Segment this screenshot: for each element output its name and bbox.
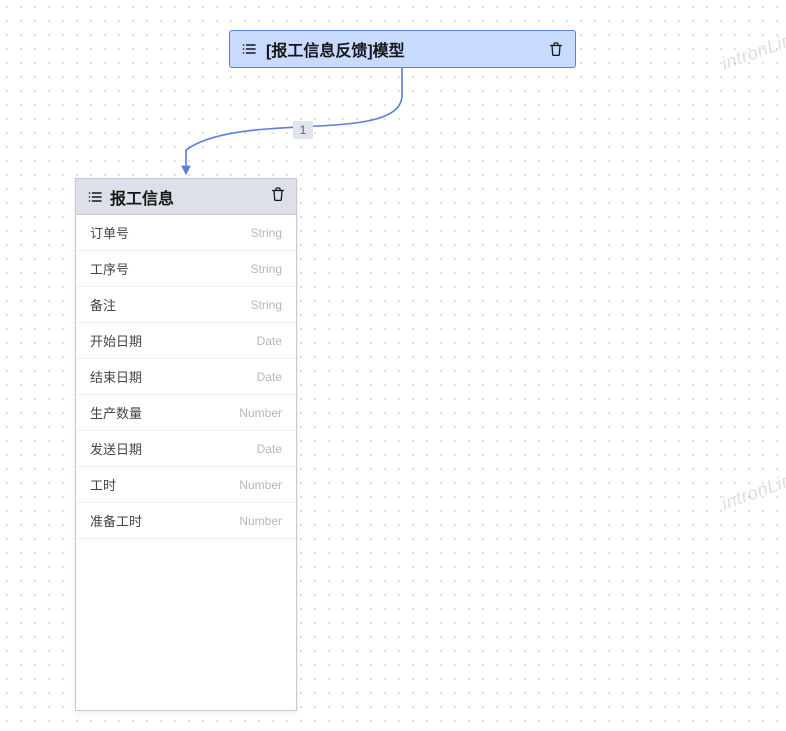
entity-field-row[interactable]: 备注 String	[76, 287, 296, 323]
root-model-node[interactable]: [报工信息反馈]模型	[229, 30, 576, 68]
watermark: intronLink	[719, 466, 786, 514]
field-type: Number	[239, 478, 282, 492]
trash-icon	[548, 41, 564, 57]
field-name: 工序号	[90, 259, 129, 278]
entity-field-row[interactable]: 工序号 String	[76, 251, 296, 287]
field-type: Number	[239, 406, 282, 420]
entity-field-row[interactable]: 准备工时 Number	[76, 503, 296, 539]
root-model-title: [报工信息反馈]模型	[266, 37, 547, 61]
field-name: 发送日期	[90, 439, 142, 458]
watermark: intronLink	[719, 26, 786, 74]
field-type: Number	[239, 514, 282, 528]
field-type: Date	[257, 370, 282, 384]
entity-field-row[interactable]: 开始日期 Date	[76, 323, 296, 359]
list-icon	[86, 188, 104, 206]
delete-root-button[interactable]	[547, 40, 565, 58]
diagram-canvas[interactable]: intronLink intronLink intronLink 1 [报工信息…	[0, 0, 786, 731]
edge-label: 1	[293, 121, 313, 139]
trash-icon	[270, 186, 286, 202]
field-type: String	[251, 226, 282, 240]
field-name: 准备工时	[90, 511, 142, 530]
field-type: String	[251, 298, 282, 312]
field-type: Date	[257, 442, 282, 456]
delete-entity-button[interactable]	[270, 186, 286, 207]
field-name: 结束日期	[90, 367, 142, 386]
entity-title: 报工信息	[110, 185, 270, 209]
list-icon	[240, 40, 258, 58]
field-type: Date	[257, 334, 282, 348]
field-name: 开始日期	[90, 331, 142, 350]
entity-field-row[interactable]: 发送日期 Date	[76, 431, 296, 467]
entity-header[interactable]: 报工信息	[76, 179, 296, 215]
field-type: String	[251, 262, 282, 276]
entity-field-list: 订单号 String 工序号 String 备注 String 开始日期 Date 结束日期 Da…	[76, 215, 296, 539]
entity-node[interactable]: 报工信息 订单号String工序号String备注String开始日期Date结…	[75, 178, 297, 711]
entity-field-row[interactable]: 结束日期 Date	[76, 359, 296, 395]
field-name: 备注	[90, 295, 116, 314]
entity-field-row[interactable]: 生产数量 Number	[76, 395, 296, 431]
entity-field-row[interactable]: 订单号 String	[76, 215, 296, 251]
entity-field-row[interactable]: 工时 Number	[76, 467, 296, 503]
field-name: 工时	[90, 475, 116, 494]
field-name: 生产数量	[90, 403, 142, 422]
field-name: 订单号	[90, 223, 129, 242]
